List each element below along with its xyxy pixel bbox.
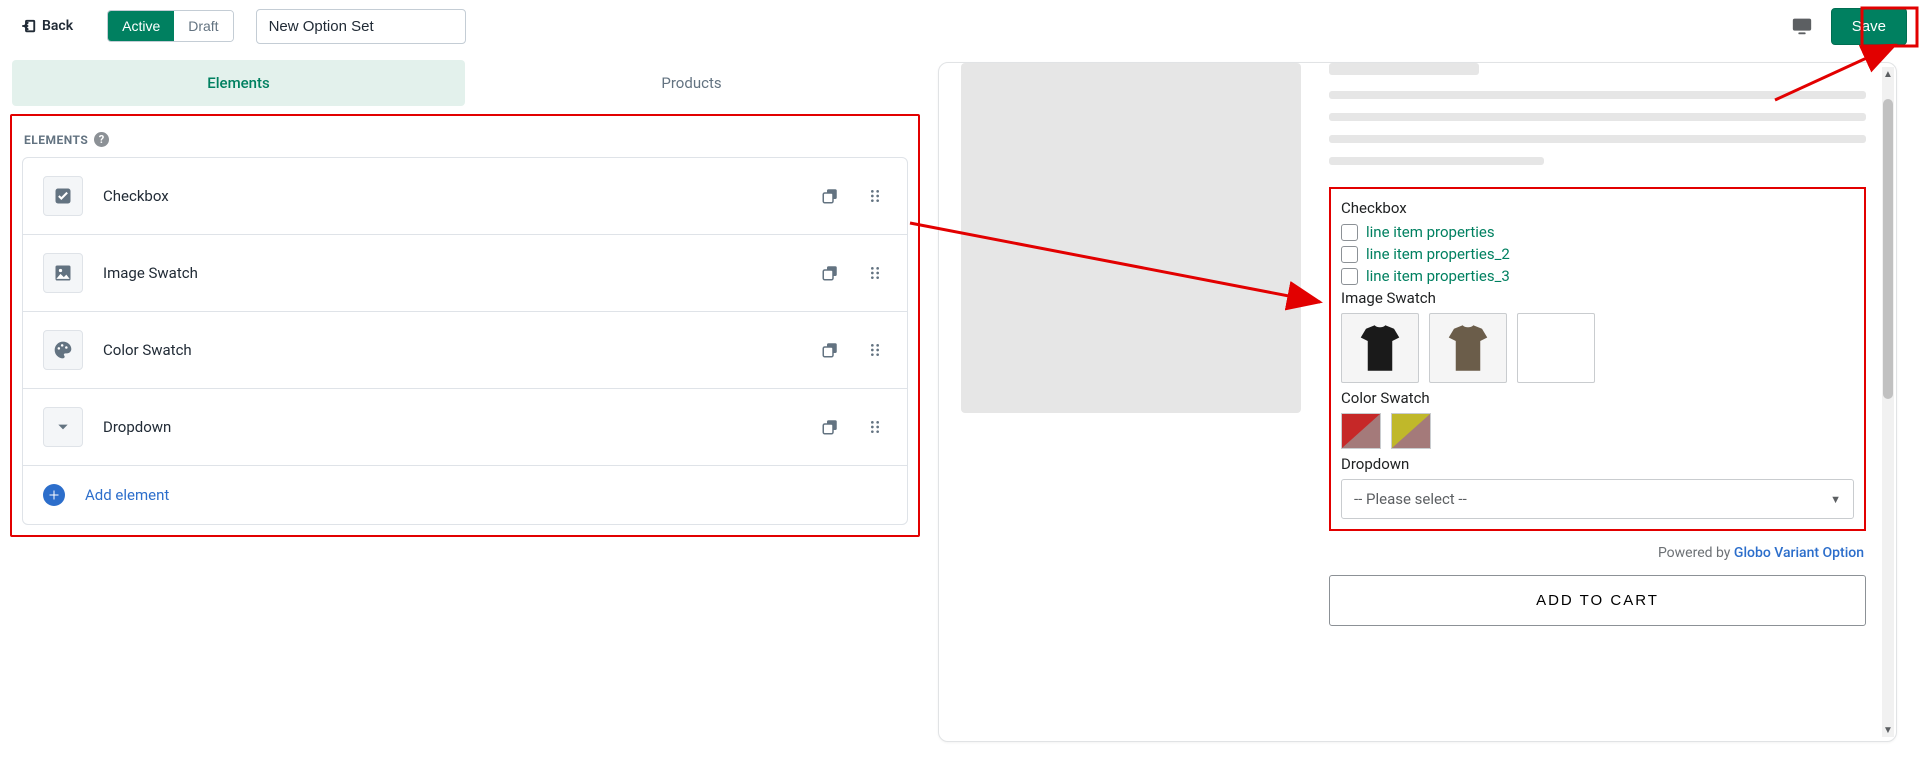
checkbox-option-label: line item properties [1366, 223, 1495, 241]
elements-title: ELEMENTS ? [24, 132, 908, 147]
checkbox-option[interactable]: line item properties_3 [1341, 267, 1854, 285]
checkbox-input[interactable] [1341, 224, 1358, 241]
element-name: Image Swatch [103, 264, 797, 282]
tshirt-icon [1350, 320, 1410, 376]
image-swatch-option[interactable] [1341, 313, 1419, 383]
palette-icon [43, 330, 83, 370]
powered-by-link[interactable]: Globo Variant Option [1734, 545, 1864, 561]
element-name: Color Swatch [103, 341, 797, 359]
skeleton-line [1329, 113, 1866, 121]
product-image-placeholder [961, 63, 1301, 413]
duplicate-icon[interactable] [817, 260, 843, 286]
image-swatch-label: Image Swatch [1341, 289, 1854, 307]
elements-title-text: ELEMENTS [24, 133, 88, 147]
drag-handle-icon[interactable] [863, 415, 887, 439]
dropdown-placeholder: -- Please select -- [1354, 490, 1467, 508]
checkbox-option[interactable]: line item properties_2 [1341, 245, 1854, 263]
powered-by-prefix: Powered by [1658, 545, 1734, 561]
back-label: Back [42, 18, 73, 34]
caret-down-icon: ▼ [1830, 493, 1841, 506]
powered-by: Powered by Globo Variant Option [1329, 545, 1864, 561]
color-swatch-row [1341, 413, 1854, 449]
left-panel: Elements Products ELEMENTS ? Checkbox [0, 52, 930, 760]
drag-handle-icon[interactable] [863, 184, 887, 208]
tshirt-icon [1438, 320, 1498, 376]
element-name: Dropdown [103, 418, 797, 436]
dropdown-select[interactable]: -- Please select -- ▼ [1341, 479, 1854, 519]
element-row-color-swatch[interactable]: Color Swatch [23, 312, 907, 389]
element-name: Checkbox [103, 187, 797, 205]
add-element-button[interactable]: Add element [23, 466, 907, 524]
checkbox-option-label: line item properties_2 [1366, 245, 1510, 263]
image-swatch-row [1341, 313, 1854, 383]
skeleton-title [1329, 63, 1479, 75]
element-row-dropdown[interactable]: Dropdown [23, 389, 907, 466]
status-toggle: Active Draft [107, 10, 233, 42]
checkbox-label: Checkbox [1341, 199, 1854, 217]
scroll-up-icon[interactable]: ▲ [1882, 67, 1894, 81]
main-region: Elements Products ELEMENTS ? Checkbox [0, 52, 1921, 760]
checkbox-option[interactable]: line item properties [1341, 223, 1854, 241]
status-active-button[interactable]: Active [108, 11, 174, 41]
add-element-label: Add element [85, 486, 887, 504]
tab-products[interactable]: Products [465, 60, 918, 106]
drag-handle-icon[interactable] [863, 261, 887, 285]
help-icon[interactable]: ? [94, 132, 109, 147]
image-swatch-option[interactable] [1429, 313, 1507, 383]
caret-down-icon [43, 407, 83, 447]
tabs: Elements Products [12, 60, 918, 106]
preview-options: Checkbox line item properties line item … [1329, 187, 1866, 531]
scroll-down-icon[interactable]: ▼ [1882, 723, 1894, 737]
image-icon [43, 253, 83, 293]
drag-handle-icon[interactable] [863, 338, 887, 362]
preview-scrollbar[interactable]: ▲ ▼ [1882, 67, 1894, 737]
color-swatch-option[interactable] [1341, 413, 1381, 449]
tab-elements[interactable]: Elements [12, 60, 465, 106]
preview-details-column: Checkbox line item properties line item … [1319, 63, 1896, 741]
topbar: Back Active Draft Save [0, 0, 1921, 52]
skeleton-line [1329, 135, 1866, 143]
checkbox-option-label: line item properties_3 [1366, 267, 1510, 285]
checkbox-input[interactable] [1341, 268, 1358, 285]
back-button[interactable]: Back [14, 13, 79, 39]
preview-card: Checkbox line item properties line item … [938, 62, 1897, 742]
color-swatch-option[interactable] [1391, 413, 1431, 449]
duplicate-icon[interactable] [817, 337, 843, 363]
status-draft-button[interactable]: Draft [174, 11, 232, 41]
element-row-checkbox[interactable]: Checkbox [23, 158, 907, 235]
skeleton-line [1329, 91, 1866, 99]
element-list: Checkbox Image Swatch [22, 157, 908, 525]
plus-icon [43, 484, 65, 506]
duplicate-icon[interactable] [817, 183, 843, 209]
desktop-preview-icon[interactable] [1791, 15, 1813, 37]
element-row-image-swatch[interactable]: Image Swatch [23, 235, 907, 312]
save-button[interactable]: Save [1831, 8, 1907, 45]
back-icon [20, 17, 38, 35]
scroll-thumb[interactable] [1883, 99, 1893, 399]
right-panel: Checkbox line item properties line item … [930, 52, 1921, 760]
image-swatch-option[interactable] [1517, 313, 1595, 383]
preview-image-column [939, 63, 1319, 741]
checkbox-icon [43, 176, 83, 216]
dropdown-label: Dropdown [1341, 455, 1854, 473]
color-swatch-label: Color Swatch [1341, 389, 1854, 407]
skeleton-line [1329, 157, 1544, 165]
checkbox-input[interactable] [1341, 246, 1358, 263]
add-to-cart-button[interactable]: ADD TO CART [1329, 575, 1866, 626]
elements-panel: ELEMENTS ? Checkbox [10, 114, 920, 537]
option-set-name-input[interactable] [256, 9, 466, 44]
duplicate-icon[interactable] [817, 414, 843, 440]
